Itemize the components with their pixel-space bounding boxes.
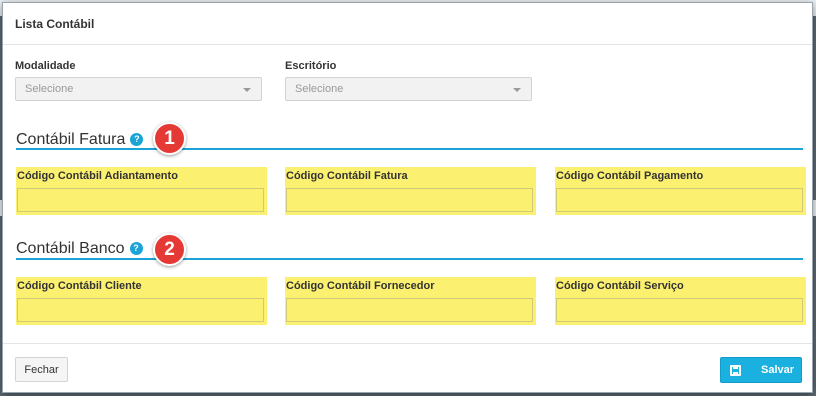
field-label: Código Contábil Fatura	[286, 170, 408, 182]
caret-down-icon	[513, 88, 521, 92]
field-codigo-contabil-servico: Código Contábil Serviço	[555, 277, 806, 325]
modal-header: Lista Contábil	[3, 3, 812, 45]
escritorio-placeholder: Selecione	[295, 83, 344, 95]
escritorio-select[interactable]: Selecione	[285, 77, 532, 101]
close-button[interactable]: Fechar	[15, 357, 68, 382]
modalidade-placeholder: Selecione	[25, 83, 74, 95]
step-badge-2: 2	[153, 233, 186, 266]
floppy-disk-icon	[730, 365, 741, 376]
footer-divider	[3, 343, 812, 344]
field-label: Código Contábil Adiantamento	[17, 170, 178, 182]
modalidade-label: Modalidade	[15, 60, 76, 72]
codigo-contabil-fatura-input[interactable]	[286, 188, 533, 212]
field-codigo-contabil-adiantamento: Código Contábil Adiantamento	[16, 167, 267, 215]
caret-down-icon	[243, 88, 251, 92]
field-label: Código Contábil Pagamento	[556, 170, 704, 182]
question-circle-icon[interactable]: ?	[130, 133, 144, 146]
codigo-contabil-adiantamento-input[interactable]	[17, 188, 264, 212]
codigo-contabil-servico-input[interactable]	[556, 298, 803, 322]
section-title-contabil-fatura: Contábil Fatura?	[16, 131, 144, 149]
step-badge-1: 1	[153, 122, 186, 155]
section-title-contabil-banco: Contábil Banco?	[16, 240, 143, 258]
section-divider	[16, 258, 803, 260]
save-button[interactable]: Salvar	[720, 357, 802, 383]
modal-title: Lista Contábil	[15, 17, 95, 31]
field-codigo-contabil-fatura: Código Contábil Fatura	[285, 167, 536, 215]
codigo-contabil-cliente-input[interactable]	[17, 298, 264, 322]
modalidade-select[interactable]: Selecione	[15, 77, 262, 101]
save-button-label: Salvar	[761, 364, 795, 376]
question-circle-icon[interactable]: ?	[129, 242, 143, 255]
lista-contabil-modal: Lista Contábil Modalidade Selecione Escr…	[2, 2, 813, 393]
codigo-contabil-pagamento-input[interactable]	[556, 188, 803, 212]
section-title-text: Contábil Fatura	[16, 131, 126, 148]
field-codigo-contabil-fornecedor: Código Contábil Fornecedor	[285, 277, 536, 325]
section-divider	[16, 148, 803, 150]
escritorio-label: Escritório	[285, 60, 337, 72]
section-title-text: Contábil Banco	[16, 240, 125, 257]
field-label: Código Contábil Cliente	[17, 280, 142, 292]
field-label: Código Contábil Fornecedor	[286, 280, 435, 292]
field-codigo-contabil-pagamento: Código Contábil Pagamento	[555, 167, 806, 215]
field-label: Código Contábil Serviço	[556, 280, 684, 292]
field-codigo-contabil-cliente: Código Contábil Cliente	[16, 277, 267, 325]
codigo-contabil-fornecedor-input[interactable]	[286, 298, 533, 322]
